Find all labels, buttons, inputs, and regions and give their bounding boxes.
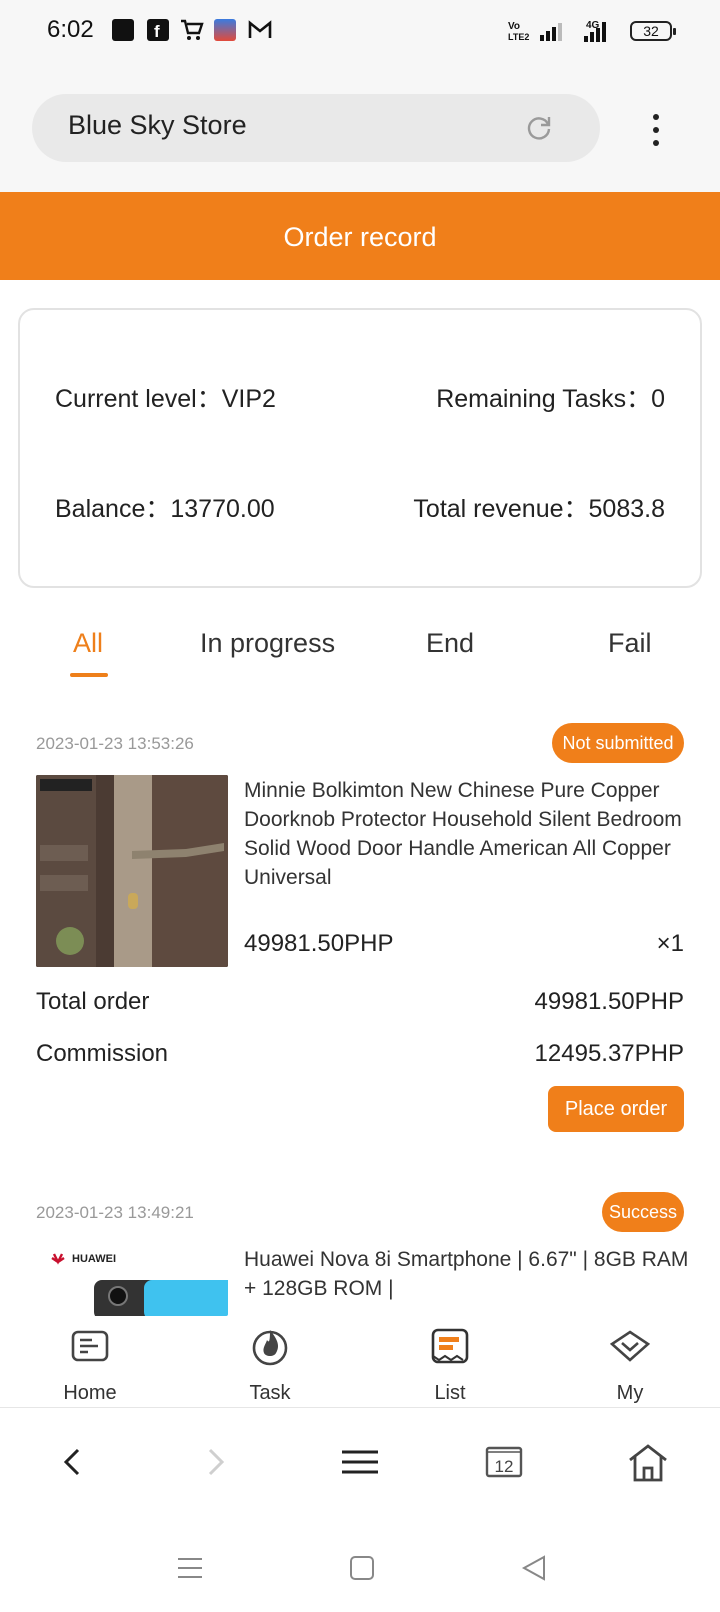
svg-text:LTE2: LTE2 (508, 32, 529, 42)
remaining-tasks: Remaining Tasks：0 (436, 379, 665, 415)
nav-my-label: My (616, 1382, 644, 1404)
product-image-huawei-phone[interactable]: HUAWEI (36, 1244, 228, 1316)
forward-icon[interactable] (194, 1440, 238, 1484)
list-icon (431, 1328, 469, 1364)
cart-icon (180, 19, 204, 41)
current-level: Current level：VIP2 (55, 379, 276, 415)
tab-end[interactable]: End (426, 628, 474, 659)
product-quantity: ×1 (656, 930, 684, 957)
signal-4g-icon: 4G (580, 18, 620, 44)
total-order-value: 49981.50PHP (534, 988, 684, 1015)
total-order-label: Total order (36, 988, 150, 1015)
product-price: 49981.50PHP (244, 930, 394, 957)
page-title: Order record (283, 222, 437, 252)
tab-all[interactable]: All (73, 628, 103, 659)
status-badge: Success (602, 1192, 684, 1232)
system-home-icon[interactable] (348, 1554, 376, 1582)
svg-text:Vo: Vo (508, 21, 520, 32)
recents-icon[interactable] (176, 1554, 204, 1582)
order-date: 2023-01-23 13:53:26 (36, 734, 194, 753)
balance: Balance：13770.00 (55, 489, 275, 525)
tabs-icon[interactable]: 12 (482, 1440, 526, 1484)
signal-volte-icon: Vo LTE2 (508, 19, 562, 43)
facebook-icon: f (147, 19, 169, 41)
product-name: Minnie Bolkimton New Chinese Pure Copper… (244, 779, 682, 889)
tab-in-progress[interactable]: In progress (200, 628, 335, 659)
battery-indicator: 32 (630, 21, 676, 41)
nav-home[interactable]: Home (30, 1326, 150, 1406)
current-level-value: VIP2 (221, 385, 276, 413)
place-order-button[interactable]: Place order (548, 1086, 684, 1132)
total-revenue-value: 5083.8 (588, 495, 665, 523)
product-name: Huawei Nova 8i Smartphone | 6.67" | 8GB … (244, 1248, 689, 1300)
tab-fail[interactable]: Fail (608, 628, 652, 659)
back-icon[interactable] (50, 1440, 94, 1484)
nav-home-label: Home (63, 1382, 117, 1404)
balance-value: 13770.00 (170, 495, 275, 523)
reload-icon[interactable] (524, 112, 554, 142)
commission-label: Commission (36, 1040, 169, 1067)
svg-text:12: 12 (495, 1457, 514, 1476)
total-revenue-label: Total revenue： (413, 495, 589, 523)
more-menu-icon[interactable] (644, 110, 668, 150)
remaining-tasks-value: 0 (651, 385, 665, 413)
total-revenue: Total revenue：5083.8 (413, 489, 665, 525)
status-badge: Not submitted (552, 723, 684, 763)
home-icon[interactable] (626, 1440, 670, 1484)
current-level-label: Current level： (55, 385, 222, 413)
nav-list-label: List (434, 1382, 466, 1404)
svg-text:HUAWEI: HUAWEI (72, 1253, 116, 1265)
commission-value: 12495.37PHP (534, 1040, 684, 1067)
svg-text:f: f (154, 22, 160, 41)
account-summary-card (18, 308, 702, 588)
system-back-icon[interactable] (520, 1554, 548, 1582)
balance-label: Balance： (55, 495, 171, 523)
home-card-icon (71, 1330, 109, 1362)
nav-list[interactable]: List (390, 1326, 510, 1406)
game-app-icon (214, 19, 236, 41)
nav-my[interactable]: My (570, 1326, 690, 1406)
nav-task-label: Task (249, 1382, 291, 1404)
fire-icon (252, 1330, 288, 1366)
diamond-icon (610, 1330, 650, 1362)
menu-icon[interactable] (338, 1440, 382, 1484)
nav-task[interactable]: Task (210, 1326, 330, 1406)
remaining-tasks-label: Remaining Tasks： (436, 385, 652, 413)
page-title-in-address-bar: Blue Sky Store (68, 110, 247, 140)
status-time: 6:02 (47, 16, 94, 43)
order-date: 2023-01-23 13:49:21 (36, 1203, 194, 1222)
notification-app-icon (112, 19, 134, 41)
active-tab-indicator (70, 673, 108, 677)
product-image-door-handle[interactable] (36, 775, 228, 967)
gmail-icon (248, 19, 272, 41)
